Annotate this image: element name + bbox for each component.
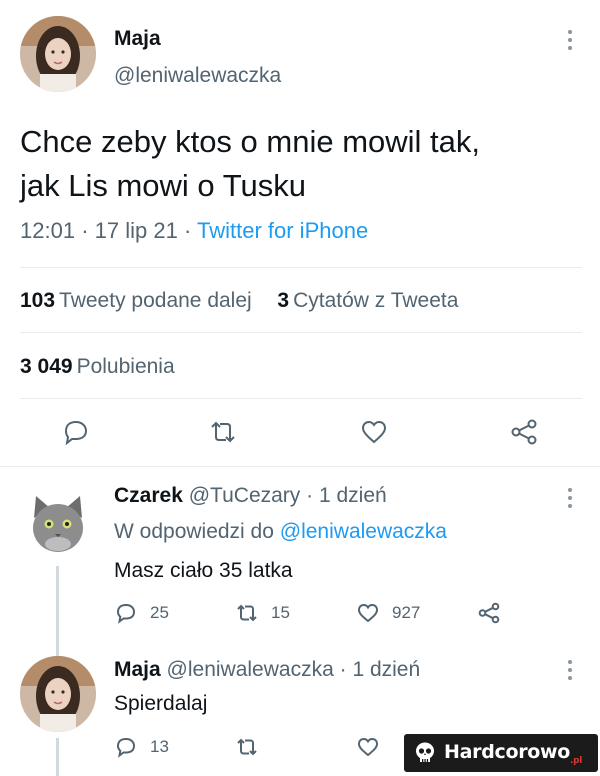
reply-header: Czarek @TuCezary · 1 dzień: [114, 484, 387, 508]
retweet-count: 15: [271, 603, 290, 622]
retweet-icon: [211, 421, 235, 443]
reply-author-name[interactable]: Maja: [114, 658, 161, 681]
more-icon[interactable]: [566, 488, 574, 508]
like-button[interactable]: 927: [356, 601, 420, 625]
retweets-count: 103: [20, 289, 56, 312]
separator: ·: [306, 484, 314, 507]
thread-line: [56, 566, 59, 656]
reply-header: Maja @leniwalewaczka · 1 dzień: [114, 658, 420, 682]
divider: [20, 267, 582, 268]
author-handle[interactable]: @leniwalewaczka: [114, 64, 281, 88]
thread-line: [56, 738, 59, 776]
avatar[interactable]: [20, 656, 96, 732]
likes-count: 3 049: [20, 355, 73, 378]
divider: [0, 466, 600, 467]
like-icon: [357, 737, 379, 757]
retweet-quote-stats: 103 Tweety podane dalej 3 Cytatów z Tweeta: [20, 289, 458, 313]
retweet-icon: [237, 604, 257, 622]
likes-stat[interactable]: 3 049 Polubienia: [20, 355, 175, 379]
quotes-stat[interactable]: 3 Cytatów z Tweeta: [277, 289, 458, 312]
like-icon: [357, 603, 379, 623]
cat-avatar-photo: [20, 484, 96, 560]
reply-to-line: W odpowiedzi do @leniwalewaczka: [114, 520, 447, 544]
reply-text: Spierdalaj: [114, 692, 208, 715]
watermark-logo: Hardcorowo.pl: [404, 734, 598, 772]
skull-icon: [416, 742, 434, 762]
reply-author-handle[interactable]: @leniwalewaczka: [167, 658, 334, 681]
avatar[interactable]: [20, 484, 96, 560]
share-button[interactable]: [477, 601, 501, 625]
reply-icon: [116, 603, 136, 624]
separator: ·: [183, 218, 192, 243]
divider: [20, 332, 582, 333]
separator: ·: [339, 658, 347, 681]
retweet-button[interactable]: [206, 415, 240, 449]
reply-button[interactable]: 13: [114, 735, 169, 759]
reply-icon: [116, 737, 136, 758]
like-button[interactable]: [357, 415, 391, 449]
retweets-label: Tweety podane dalej: [59, 289, 252, 312]
reply-count: 13: [150, 737, 169, 756]
reply-age[interactable]: 1 dzień: [352, 658, 420, 681]
tweet-date[interactable]: 17 lip 21: [95, 218, 178, 243]
avatar[interactable]: [20, 16, 96, 92]
tweet-text-line-1: Chce zeby ktos o mnie mowil tak,: [20, 124, 481, 159]
author-name[interactable]: Maja: [114, 27, 161, 51]
retweets-stat[interactable]: 103 Tweety podane dalej: [20, 289, 252, 312]
reply-count: 25: [150, 603, 169, 622]
share-button[interactable]: [507, 415, 541, 449]
quotes-count: 3: [277, 289, 290, 312]
watermark-text: Hardcorowo.pl: [444, 740, 583, 766]
like-count: 927: [392, 603, 421, 622]
tweet-source[interactable]: Twitter for iPhone: [197, 218, 368, 243]
reply-to-handle[interactable]: @leniwalewaczka: [280, 520, 447, 543]
reply-icon: [64, 420, 88, 446]
retweet-button[interactable]: 15: [235, 601, 290, 625]
share-icon: [478, 602, 500, 624]
tweet-time[interactable]: 12:01: [20, 218, 75, 243]
reply-to-prefix: W odpowiedzi do: [114, 520, 274, 543]
reply-button[interactable]: [58, 415, 92, 449]
separator: ·: [81, 218, 89, 243]
tweet-meta: 12:01 · 17 lip 21 · Twitter for iPhone: [20, 218, 368, 244]
like-icon: [361, 420, 387, 444]
quotes-label: Cytatów z Tweeta: [293, 289, 459, 312]
reply-button[interactable]: 25: [114, 601, 169, 625]
avatar-photo: [20, 16, 96, 92]
avatar-photo: [20, 656, 96, 732]
more-icon[interactable]: [566, 660, 574, 680]
share-icon: [511, 419, 537, 445]
tweet-text: Chce zeby ktos o mnie mowil tak, jak Lis…: [20, 120, 580, 208]
retweet-button[interactable]: [235, 735, 259, 759]
retweet-icon: [237, 738, 257, 756]
tweet-text-line-2: jak Lis mowi o Tusku: [20, 168, 306, 203]
reply-author-handle[interactable]: @TuCezary: [189, 484, 301, 507]
more-icon[interactable]: [566, 30, 574, 50]
reply-text: Masz ciało 35 latka: [114, 559, 293, 582]
likes-label: Polubienia: [76, 355, 175, 378]
divider: [20, 398, 582, 399]
reply-author-name[interactable]: Czarek: [114, 484, 183, 507]
reply-age[interactable]: 1 dzień: [319, 484, 387, 507]
like-button[interactable]: [356, 735, 380, 759]
